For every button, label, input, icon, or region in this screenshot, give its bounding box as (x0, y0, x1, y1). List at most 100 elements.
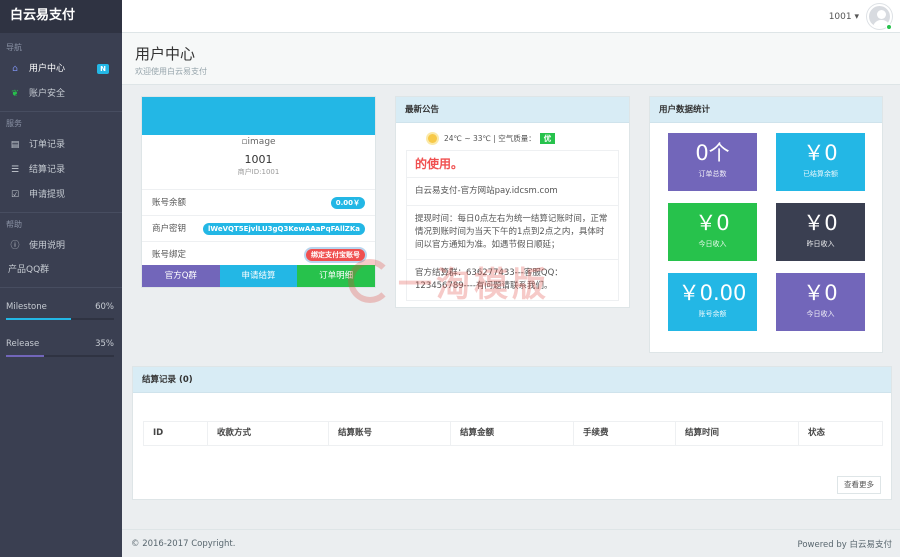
sidebar-item-label: 使用说明 (29, 241, 66, 251)
column-header: 手续费 (574, 422, 676, 445)
balance-row: 账号余额 0.00￥ (142, 189, 375, 215)
section-title-nav: 导航 (6, 43, 22, 52)
progress-value: 35% (95, 339, 114, 349)
merchant-key-label: 商户密钥 (152, 224, 187, 234)
divider (0, 111, 122, 112)
order-details-button[interactable]: 订单明细 (297, 265, 376, 287)
page-header: 用户中心 欢迎使用白云易支付 (122, 33, 900, 85)
stat-label: 账号余额 (698, 310, 727, 318)
avatar-head (877, 10, 886, 19)
merchant-key-row: 商户密钥 lWeVQT5EjvlLU3gQ3KewAAaPqFAllZKa (142, 215, 375, 241)
sidebar-item-orders[interactable]: ▤ 订单记录 (0, 133, 122, 158)
column-header: 结算时间 (676, 422, 799, 445)
stat-settled-balance: ￥0 已结算余额 (776, 133, 865, 191)
progress-label: Milestone (6, 302, 47, 312)
footer: © 2016-2017 Copyright. Powered by 白云易支付 (122, 529, 900, 557)
column-header: 状态 (808, 428, 826, 438)
online-status-icon (886, 24, 892, 30)
leaf-icon: ❦ (11, 89, 19, 99)
column-header: ID (144, 422, 208, 445)
binding-row: 账号绑定 绑定支付宝账号 (142, 241, 375, 267)
stat-value: ￥0 (803, 281, 838, 305)
stat-today-income: ￥0 今日收入 (668, 203, 757, 261)
notice-title: 最新公告 (396, 97, 629, 123)
page-title: 用户中心 (135, 45, 196, 63)
notice-headline: 的使用。 (415, 157, 464, 171)
records-table-header: ID 收款方式 结算账号 结算金额 手续费 结算时间 状态 (143, 421, 883, 446)
air-quality-badge: 优 (539, 133, 556, 144)
stats-title: 用户数据统计 (650, 97, 882, 123)
stat-label: 今日收入 (806, 310, 835, 318)
notice-withdraw-time: 提现时间：每日0点左右为统一结算记账时间，正常情况到账时间为当天下午的1点到2点… (407, 205, 618, 259)
account-image-placeholder: ▫image (142, 137, 375, 147)
sidebar-item-label: 用户中心 (29, 64, 66, 74)
sidebar-item-account-security[interactable]: ❦ 账户安全 (0, 82, 122, 107)
column-header: 结算金额 (451, 422, 574, 445)
account-card: ▫image 1001 商户ID:1001 账号余额 0.00￥ 商户密钥 lW… (141, 96, 376, 288)
sun-icon (428, 134, 437, 143)
stat-value: 0个 (695, 141, 730, 165)
account-actions: 官方Q群 申请结算 订单明细 (142, 265, 376, 287)
stat-value: ￥0 (803, 211, 838, 235)
records-title: 结算记录 (0) (133, 367, 891, 393)
sidebar-item-label: 订单记录 (29, 140, 66, 150)
section-title-help: 帮助 (6, 220, 22, 229)
check-square-icon: ☑ (10, 190, 20, 200)
balance-label: 账号余额 (152, 198, 187, 208)
stat-account-balance: ￥0.00 账号余额 (668, 273, 757, 331)
release-progress: Release 35% (0, 320, 122, 357)
top-header: 1001 ▾ (122, 0, 900, 33)
notice-panel: 最新公告 24℃ ~ 33℃ | 空气质量： 优 的使用。 白云易支付-官方网站… (395, 96, 630, 308)
sidebar-item-settlements[interactable]: ☰ 结算记录 (0, 158, 122, 183)
progress-fill (6, 355, 44, 357)
account-banner (142, 97, 375, 135)
stat-label: 订单总数 (698, 170, 727, 178)
progress-track (6, 355, 114, 357)
stat-label: 今日收入 (698, 240, 727, 248)
notice-content: 的使用。 白云易支付-官方网站pay.idcsm.com 提现时间：每日0点左右… (406, 150, 619, 301)
sidebar: 白云易支付 导航 ⌂ 用户中心 N ❦ 账户安全 服务 ▤ 订单记录 ☰ 结算记录 ☑ 申… (0, 0, 122, 557)
brand-logo[interactable]: 白云易支付 (0, 0, 122, 33)
merchant-id: 商户ID:1001 (237, 168, 280, 176)
image-alt-text: image (247, 137, 276, 147)
home-icon: ⌂ (12, 64, 18, 74)
sidebar-item-instructions[interactable]: ⓘ 使用说明 (0, 234, 122, 259)
copyright: © 2016-2017 Copyright. (131, 538, 236, 549)
stat-yesterday-income: ￥0 昨日收入 (776, 203, 865, 261)
stat-label: 昨日收入 (806, 240, 835, 248)
sidebar-item-label: 结算记录 (29, 165, 66, 175)
balance-badge: 0.00￥ (330, 197, 365, 209)
stat-value: ￥0 (803, 141, 838, 165)
view-more-button[interactable]: 查看更多 (837, 476, 881, 494)
stat-value: ￥0 (695, 211, 730, 235)
user-menu[interactable]: 1001 ▾ (829, 4, 892, 30)
new-badge: N (97, 64, 109, 74)
sidebar-item-user-center[interactable]: ⌂ 用户中心 N (0, 57, 122, 82)
divider (0, 212, 122, 213)
apply-settlement-button[interactable]: 申请结算 (219, 265, 298, 287)
account-name: 1001 (244, 153, 273, 166)
user-name[interactable]: 1001 ▾ (829, 12, 859, 22)
column-header: 结算账号 (329, 422, 451, 445)
stat-value: ￥0.00 (678, 281, 747, 305)
notice-website: 白云易支付-官方网站pay.idcsm.com (407, 177, 618, 205)
binding-label: 账号绑定 (152, 250, 187, 260)
weather-text: 24℃ ~ 33℃ | 空气质量： (444, 134, 536, 143)
stats-panel: 用户数据统计 0个 订单总数 ￥0 已结算余额 ￥0 今日收入 ￥0 昨日收入 … (649, 96, 883, 353)
bind-alipay-button[interactable]: 绑定支付宝账号 (306, 249, 365, 261)
notice-contact: 官方结算群：636277433---客服QQ：123456789----有问题请… (407, 259, 618, 300)
merchant-key-badge: lWeVQT5EjvlLU3gQ3KewAAaPqFAllZKa (202, 223, 365, 235)
sidebar-item-label: 账户安全 (29, 89, 66, 99)
column-header: 收款方式 (208, 422, 329, 445)
sidebar-item-qq-group[interactable]: 产品QQ群 (0, 259, 122, 281)
sidebar-item-withdraw[interactable]: ☑ 申请提现 (0, 183, 122, 208)
sidebar-item-label: 申请提现 (29, 190, 66, 200)
list-alt-icon: ▤ (10, 140, 20, 150)
progress-value: 60% (95, 302, 114, 312)
powered-by: Powered by 白云易支付 (797, 539, 892, 550)
divider (0, 287, 122, 288)
settlement-records-panel: 结算记录 (0) ID 收款方式 结算账号 结算金额 手续费 结算时间 状态 查… (132, 366, 892, 500)
stat-today-income-2: ￥0 今日收入 (776, 273, 865, 331)
official-qq-group-button[interactable]: 官方Q群 (142, 265, 220, 287)
stat-label: 已结算余额 (803, 170, 838, 178)
